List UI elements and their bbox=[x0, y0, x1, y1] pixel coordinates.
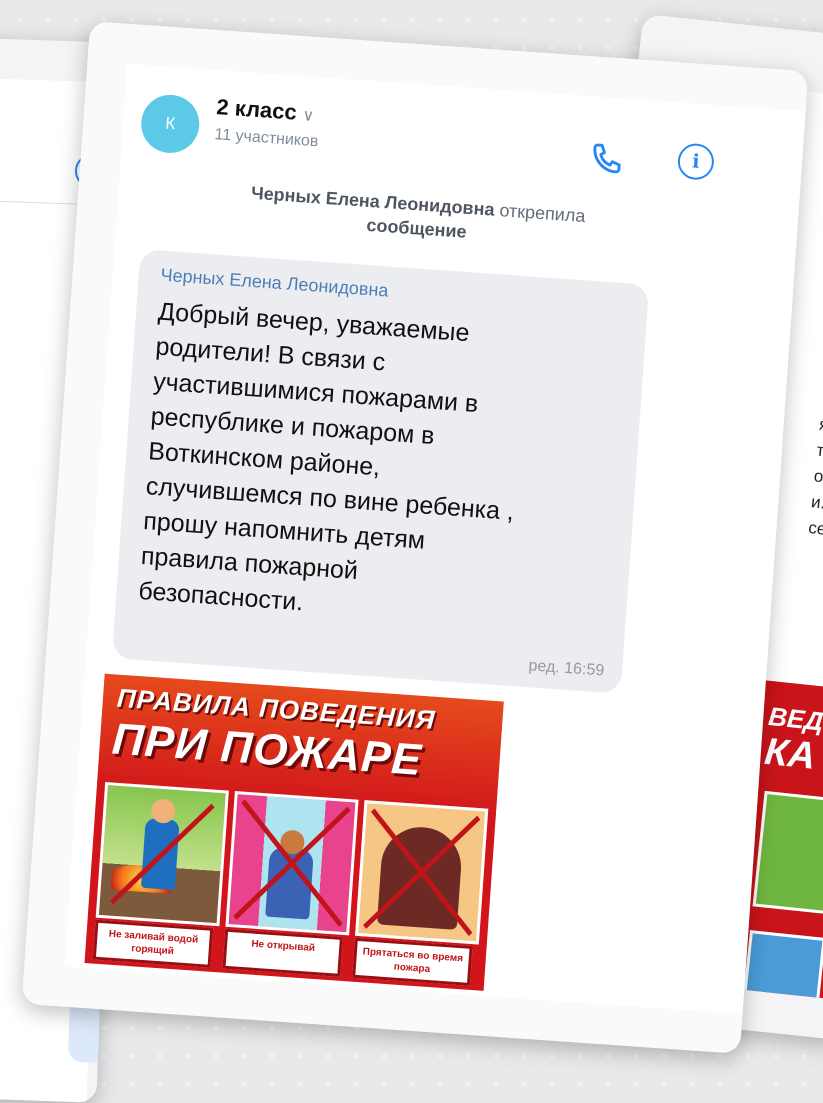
poster-panel bbox=[752, 790, 823, 915]
text-fragment: ты bbox=[815, 440, 823, 462]
system-actor: Черных Елена Леонидовна bbox=[250, 182, 496, 220]
members-count: 11 участников bbox=[214, 126, 319, 151]
system-message: Черных Елена Леонидовна открепила сообще… bbox=[156, 174, 678, 258]
chat-avatar[interactable]: К bbox=[139, 92, 202, 155]
poster-illustration-boy-water bbox=[95, 781, 229, 927]
cross-mark-icon bbox=[110, 803, 215, 905]
text-fragment: седа bbox=[807, 518, 823, 541]
poster-caption: Не заливай водой горящий bbox=[92, 919, 214, 968]
system-action: открепила bbox=[498, 200, 587, 227]
text-fragment: я bbox=[818, 414, 823, 435]
info-icon[interactable]: i bbox=[676, 142, 716, 181]
text-fragment: о п bbox=[812, 466, 823, 487]
chevron-down-icon: ∨ bbox=[301, 107, 315, 125]
fire-safety-poster-image[interactable]: ПРАВИЛА ПОВЕДЕНИЯ ПРИ ПОЖАРЕ Не заливай … bbox=[84, 673, 504, 991]
poster-panel bbox=[737, 930, 823, 1007]
poster-caption: Не открывай bbox=[222, 928, 343, 977]
poster-illustration-hiding bbox=[355, 800, 489, 945]
text-fragment: и. I bbox=[810, 492, 823, 513]
main-phone-screenshot: К 2 класс ∨ 11 участников i Черных Елена … bbox=[21, 21, 809, 1054]
chat-screen: К 2 класс ∨ 11 участников i Черных Елена … bbox=[64, 63, 806, 1015]
poster-illustration-girl-window bbox=[225, 791, 359, 936]
message-bubble[interactable]: Черных Елена Леонидовна Добрый вечер, ув… bbox=[111, 249, 650, 694]
message-text: Добрый вечер, уважаемые родители! В связ… bbox=[137, 297, 515, 617]
chat-title[interactable]: 2 класс ∨ bbox=[216, 94, 316, 127]
poster-heading-fragment: КА bbox=[762, 730, 818, 778]
phone-icon[interactable] bbox=[589, 140, 625, 176]
system-object: сообщение bbox=[365, 214, 468, 242]
poster-caption: Прятаться во время пожара bbox=[352, 937, 473, 986]
message-edited-time: ред. 16:59 bbox=[528, 657, 605, 680]
cross-mark-icon bbox=[363, 808, 481, 937]
cross-mark-icon bbox=[233, 799, 351, 927]
chat-title-text: 2 класс bbox=[215, 94, 298, 125]
message-sender[interactable]: Черных Елена Леонидовна bbox=[160, 265, 389, 302]
